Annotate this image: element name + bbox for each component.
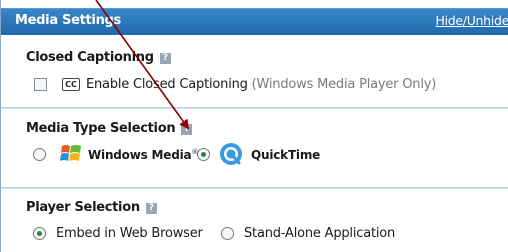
player-selection-title: Player Selection? [26,200,157,215]
embed-in-browser-radio[interactable] [33,227,46,240]
media-type-title: Media Type Selection? [26,121,193,136]
closed-captioning-checkbox[interactable] [34,78,47,91]
closed-captioning-title-text: Closed Captioning [26,50,154,65]
help-icon[interactable]: ? [159,53,171,64]
closed-captioning-section: Closed Captioning? CC Enable Closed Capt… [1,35,508,108]
player-selection-section: Player Selection? Embed in Web Browser S… [1,188,508,252]
panel-header: Media Settings Hide/Unhide [1,8,508,35]
player-selection-title-text: Player Selection [26,200,140,215]
closed-captioning-label[interactable]: Enable Closed Captioning (Windows Media … [86,77,436,92]
stand-alone-label[interactable]: Stand-Alone Application [244,226,395,241]
quicktime-label[interactable]: QuickTime [251,148,320,162]
windows-media-logo-icon [60,145,81,161]
windows-media-radio[interactable] [33,148,46,161]
hide-unhide-link[interactable]: Hide/Unhide [435,13,508,28]
help-icon[interactable]: ? [181,124,193,135]
windows-media-label-text: Windows Media [88,148,192,162]
media-settings-panel: Media Settings Hide/Unhide Closed Captio… [0,0,508,252]
quicktime-logo-icon [220,143,242,165]
quicktime-radio[interactable] [197,148,210,161]
windows-media-label[interactable]: Windows Media® [88,148,198,162]
embed-in-browser-label[interactable]: Embed in Web Browser [56,226,203,241]
closed-captioning-note: (Windows Media Player Only) [251,77,437,92]
help-icon[interactable]: ? [145,203,157,214]
closed-captioning-title: Closed Captioning? [26,50,171,65]
media-type-title-text: Media Type Selection [26,121,176,136]
closed-captioning-label-text: Enable Closed Captioning [86,77,248,92]
cc-icon: CC [62,78,80,91]
panel-title: Media Settings [15,13,121,28]
stand-alone-radio[interactable] [221,227,234,240]
media-type-section: Media Type Selection? Windows Media® Qui… [1,108,508,188]
